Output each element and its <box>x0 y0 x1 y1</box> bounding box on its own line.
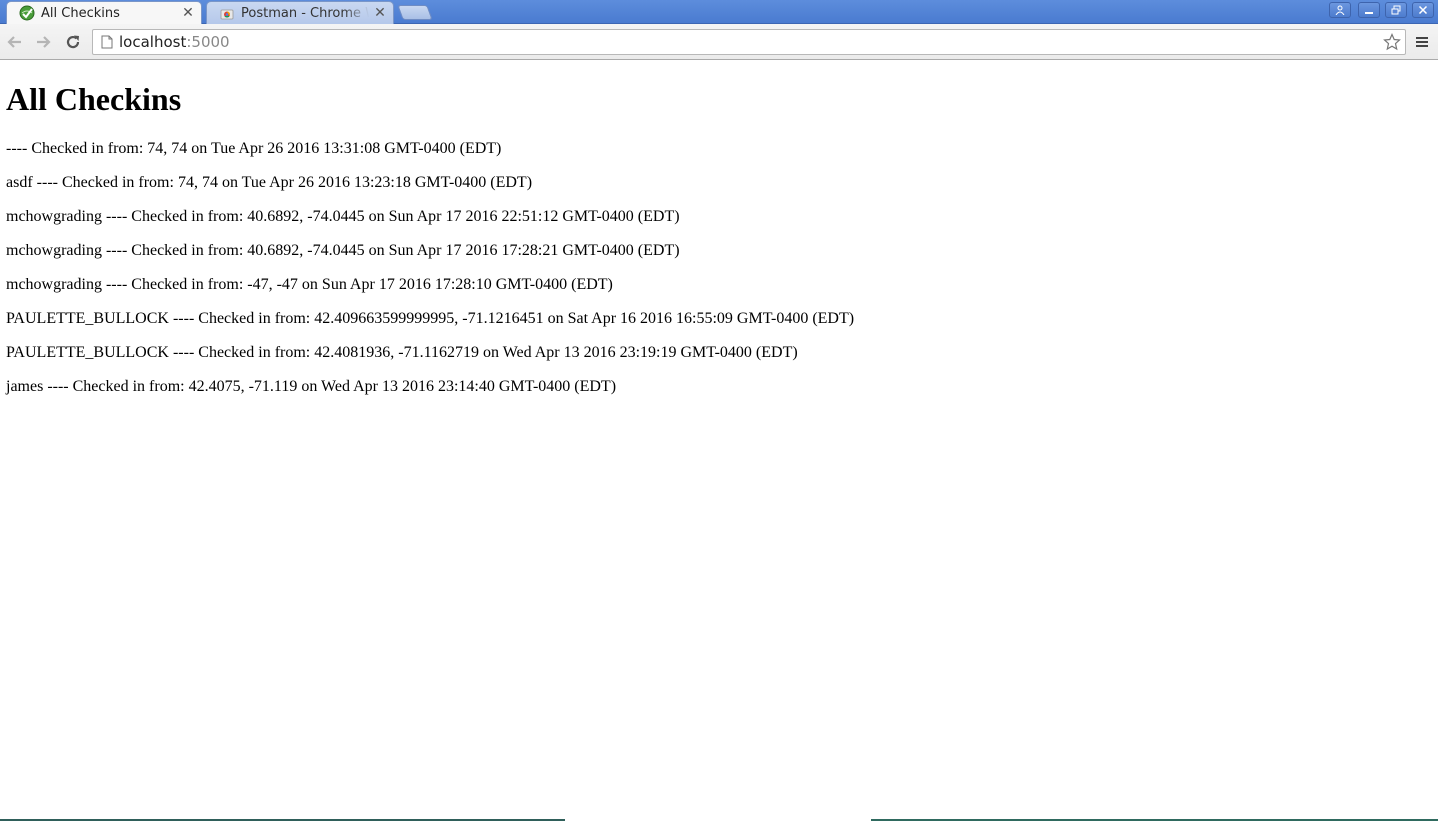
checkin-entry: ---- Checked in from: 74, 74 on Tue Apr … <box>6 140 502 157</box>
profile-button[interactable] <box>1329 2 1351 18</box>
close-icon <box>1418 5 1428 15</box>
checkin-entry: mchowgrading ---- Checked in from: 40.68… <box>6 208 680 225</box>
bookmark-star-icon[interactable] <box>1383 33 1401 51</box>
browser-toolbar: localhost:5000 <box>0 24 1438 60</box>
checkin-entry: asdf ---- Checked in from: 74, 74 on Tue… <box>6 174 533 191</box>
back-arrow-icon <box>7 36 21 48</box>
menu-button[interactable] <box>1413 33 1431 51</box>
reload-button[interactable] <box>62 31 84 53</box>
tab-postman[interactable]: Postman - Chrome Web Store ✕ <box>206 1 394 24</box>
tab-title: All Checkins <box>41 5 120 21</box>
checkin-entry: PAULETTE_BULLOCK ---- Checked in from: 4… <box>6 344 798 361</box>
profile-icon <box>1335 5 1345 15</box>
tab-title: Postman - Chrome Web Store <box>241 5 369 21</box>
hamburger-menu-icon <box>1416 37 1428 47</box>
checkin-entry: james ---- Checked in from: 42.4075, -71… <box>6 378 617 395</box>
chrome-webstore-icon <box>219 5 235 21</box>
url-host: localhost <box>119 33 187 51</box>
close-tab-icon[interactable]: ✕ <box>373 6 387 20</box>
checkin-entry: PAULETTE_BULLOCK ---- Checked in from: 4… <box>6 310 855 327</box>
checkin-entry: mchowgrading ---- Checked in from: -47, … <box>6 276 613 293</box>
tab-all-checkins[interactable]: All Checkins ✕ <box>6 1 202 24</box>
tab-strip: All Checkins ✕ Postman - Chrome Web Stor… <box>0 0 1438 24</box>
close-tab-icon[interactable]: ✕ <box>181 6 195 20</box>
new-tab-button[interactable] <box>397 5 433 20</box>
page-title: All Checkins <box>6 81 182 117</box>
globe-checkmark-icon <box>19 5 35 21</box>
page-content: All Checkins ---- Checked in from: 74, 7… <box>0 61 1438 818</box>
checkin-entry: mchowgrading ---- Checked in from: 40.68… <box>6 242 680 259</box>
minimize-icon <box>1365 12 1373 14</box>
minimize-button[interactable] <box>1358 2 1380 18</box>
restore-button[interactable] <box>1385 2 1407 18</box>
back-button[interactable] <box>4 31 26 53</box>
url-port: :5000 <box>186 33 230 51</box>
restore-icon <box>1391 5 1401 15</box>
forward-button[interactable] <box>32 31 54 53</box>
close-window-button[interactable] <box>1412 2 1434 18</box>
page-icon <box>99 34 115 50</box>
address-bar[interactable]: localhost:5000 <box>92 29 1406 55</box>
reload-icon <box>66 35 80 49</box>
forward-arrow-icon <box>37 36 51 48</box>
